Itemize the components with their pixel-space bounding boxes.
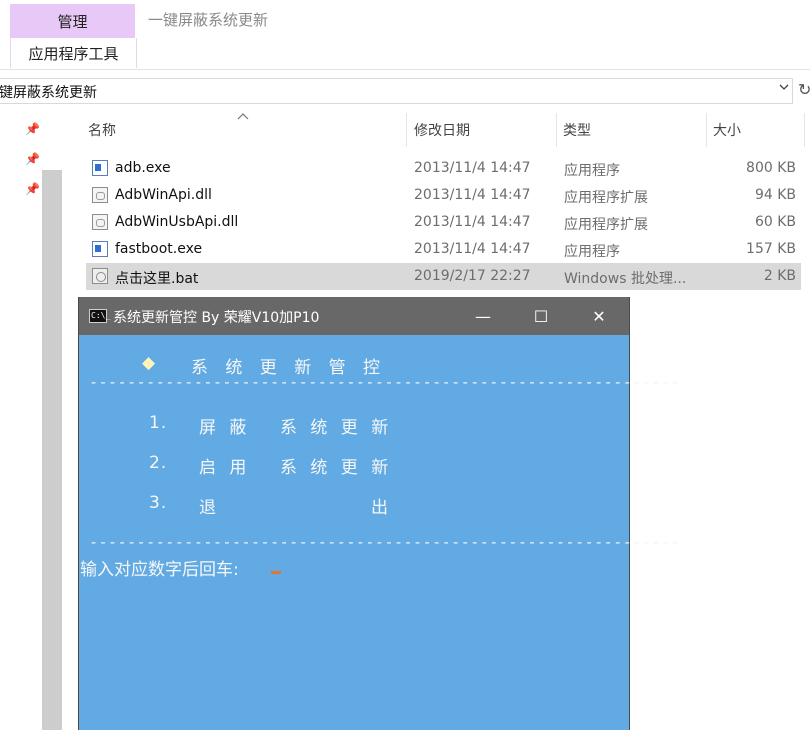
sort-ascending-icon [237, 110, 249, 123]
file-date: 2013/11/4 14:47 [414, 214, 531, 230]
column-header-date[interactable]: 修改日期 [414, 113, 470, 147]
console-title: 系统更新管控 By 荣耀V10加P10 [113, 310, 320, 326]
file-row[interactable]: AdbWinUsbApi.dll 2013/11/4 14:47 应用程序扩展 … [86, 209, 801, 236]
file-name: 点击这里.bat [115, 271, 199, 287]
menu-option-text: 出 [371, 498, 389, 518]
file-type: 应用程序扩展 [564, 217, 648, 233]
maximize-button[interactable]: ☐ [512, 297, 570, 335]
address-path: 键屏蔽系统更新 [0, 85, 97, 101]
exe-file-icon [92, 160, 108, 176]
menu-option-text: 系 统 更 新 [280, 418, 393, 438]
file-size: 800 KB [746, 160, 796, 176]
file-name: AdbWinUsbApi.dll [115, 214, 239, 230]
nav-pane-scrollbar[interactable] [42, 170, 62, 730]
column-header-type[interactable]: 类型 [563, 113, 591, 147]
console-body[interactable]: ◆ 系 统 更 新 管 控 --------------------------… [79, 335, 679, 730]
column-header-name[interactable]: 名称 [88, 113, 116, 147]
file-size: 60 KB [754, 214, 796, 230]
file-type: Windows 批处理... [564, 271, 687, 287]
file-type: 应用程序 [564, 244, 620, 260]
tab-manage[interactable]: 管理 [10, 4, 135, 38]
text-cursor [271, 571, 281, 574]
diamond-icon: ◆ [142, 353, 157, 373]
menu-number: 2. [149, 453, 168, 473]
file-size: 2 KB [763, 268, 796, 284]
file-name: adb.exe [115, 160, 171, 176]
file-type: 应用程序扩展 [564, 190, 648, 206]
menu-number: 1. [149, 413, 168, 433]
pin-icon[interactable]: 📌 [25, 122, 40, 136]
dll-file-icon [92, 214, 108, 230]
dll-file-icon [92, 187, 108, 203]
file-name: fastboot.exe [115, 241, 203, 257]
console-app-icon: C:\_ [89, 309, 110, 323]
file-date: 2013/11/4 14:47 [414, 241, 531, 257]
exe-file-icon [92, 241, 108, 257]
file-row[interactable]: fastboot.exe 2013/11/4 14:47 应用程序 157 KB [86, 236, 801, 263]
refresh-icon[interactable]: ↻ [798, 80, 810, 99]
menu-option-text: 退 [199, 498, 217, 518]
ribbon-divider [0, 69, 810, 70]
column-divider[interactable] [706, 113, 707, 147]
file-date: 2013/11/4 14:47 [414, 160, 531, 176]
chevron-down-icon[interactable] [778, 81, 790, 97]
file-size: 157 KB [746, 241, 796, 257]
tab-application-tools[interactable]: 应用程序工具 [10, 38, 137, 68]
menu-number: 3. [149, 493, 168, 513]
column-divider[interactable] [556, 113, 557, 147]
bat-file-icon [92, 268, 108, 284]
pin-icon[interactable]: 📌 [25, 152, 40, 166]
ribbon: 管理 应用程序工具 一键屏蔽系统更新 [0, 0, 810, 70]
file-type: 应用程序 [564, 163, 620, 179]
file-row-selected[interactable]: 点击这里.bat 2019/2/17 22:27 Windows 批处理... … [86, 263, 801, 290]
menu-option-text: 启 用 [199, 458, 251, 478]
file-size: 94 KB [754, 187, 796, 203]
close-button[interactable]: ✕ [570, 297, 628, 335]
console-separator: ----------------------------------------… [89, 533, 680, 551]
console-window[interactable]: C:\_ 系统更新管控 By 荣耀V10加P10 — ☐ ✕ ◆ 系 统 更 新… [78, 297, 679, 730]
minimize-button[interactable]: — [454, 297, 512, 335]
file-row[interactable]: adb.exe 2013/11/4 14:47 应用程序 800 KB [86, 155, 801, 182]
window-title: 一键屏蔽系统更新 [148, 11, 269, 29]
menu-option-text: 屏 蔽 [199, 418, 251, 438]
file-date: 2013/11/4 14:47 [414, 187, 531, 203]
console-prompt: 输入对应数字后回车: [80, 560, 239, 580]
file-date: 2019/2/17 22:27 [414, 268, 531, 284]
pin-icon[interactable]: 📌 [25, 182, 40, 196]
file-row[interactable]: AdbWinApi.dll 2013/11/4 14:47 应用程序扩展 94 … [86, 182, 801, 209]
file-name: AdbWinApi.dll [115, 187, 212, 203]
console-title-bar[interactable]: C:\_ 系统更新管控 By 荣耀V10加P10 — ☐ ✕ [79, 297, 629, 335]
console-separator: ----------------------------------------… [89, 373, 680, 391]
column-header-size[interactable]: 大小 [713, 113, 741, 147]
address-bar[interactable]: 键屏蔽系统更新 [0, 78, 793, 104]
column-divider[interactable] [406, 113, 407, 147]
column-divider[interactable] [804, 113, 805, 147]
menu-option-text: 系 统 更 新 [280, 458, 393, 478]
